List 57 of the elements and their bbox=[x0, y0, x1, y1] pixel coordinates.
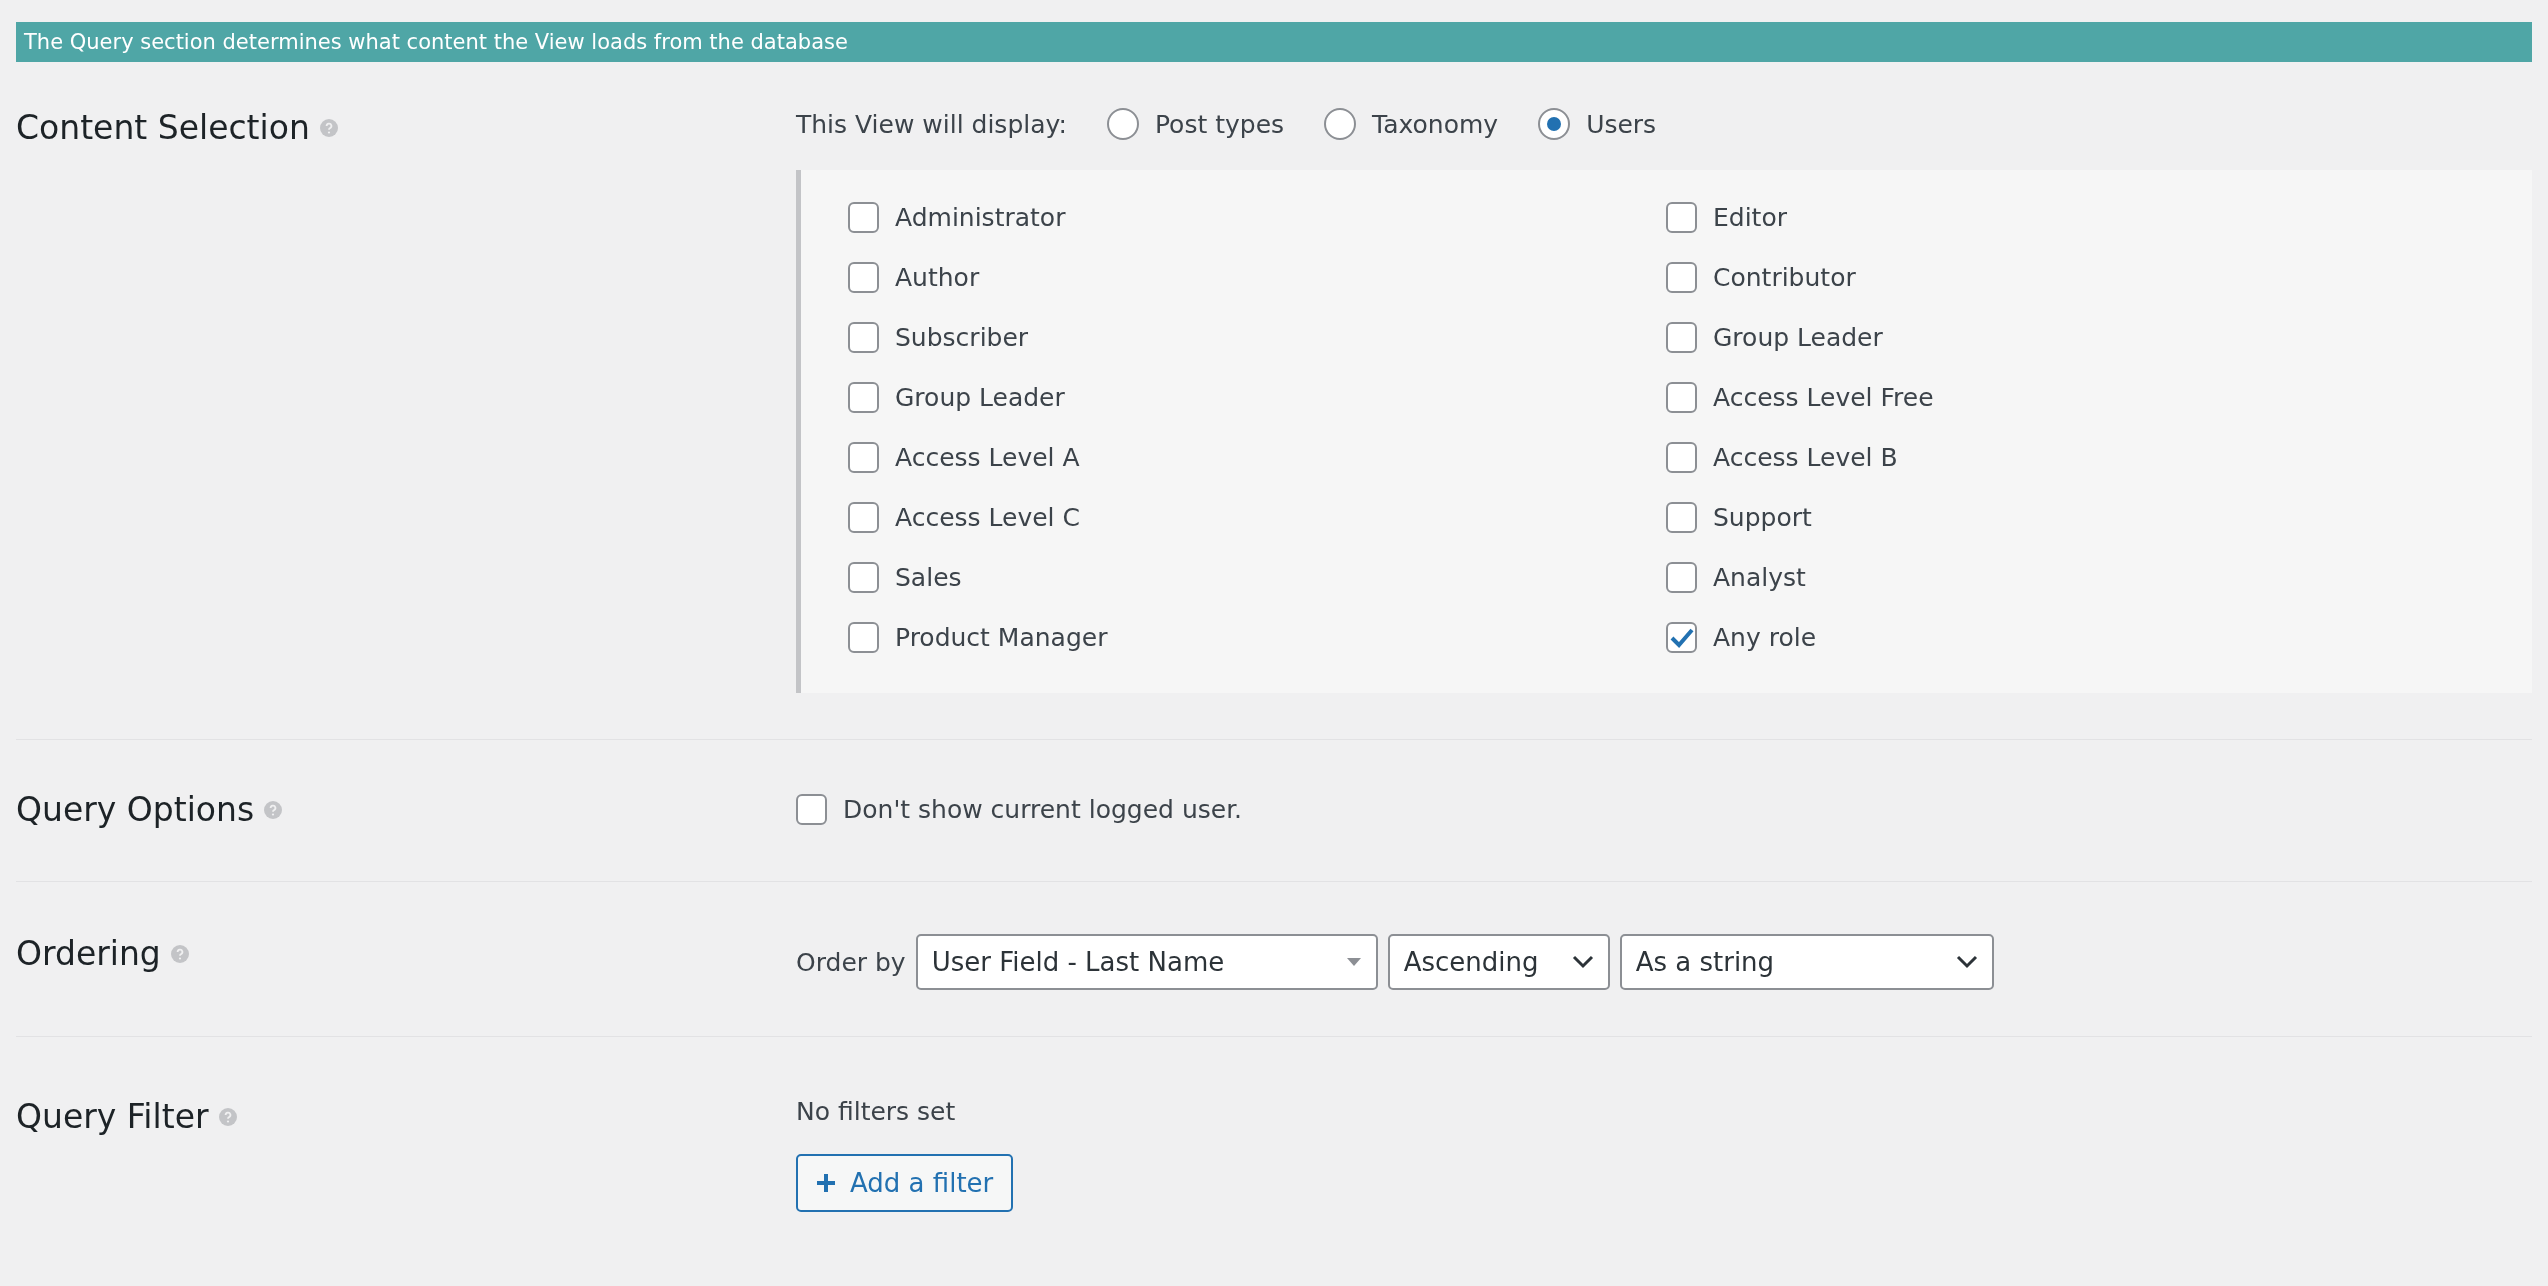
checkbox-label: Group Leader bbox=[1713, 323, 1883, 352]
checkbox-label: Access Level B bbox=[1713, 443, 1898, 472]
checkbox[interactable] bbox=[1666, 262, 1697, 293]
order-by-label: Order by bbox=[796, 947, 906, 977]
radio-label: Users bbox=[1586, 109, 1657, 139]
plus-icon bbox=[816, 1173, 836, 1193]
caret-icon bbox=[1345, 957, 1362, 967]
checkbox[interactable] bbox=[848, 262, 879, 293]
checkbox[interactable] bbox=[848, 322, 879, 353]
checkbox[interactable] bbox=[1666, 382, 1697, 413]
checkbox-label: Support bbox=[1713, 503, 1812, 532]
checkbox[interactable] bbox=[1666, 502, 1697, 533]
checkbox[interactable] bbox=[848, 202, 879, 233]
checkbox-label: Group Leader bbox=[895, 383, 1065, 412]
checkbox-label: Access Level C bbox=[895, 503, 1080, 532]
checkbox[interactable] bbox=[848, 382, 879, 413]
section-title: Query Filter bbox=[16, 1097, 209, 1136]
checkbox-label: Editor bbox=[1713, 203, 1787, 232]
checkmark-icon bbox=[1668, 626, 1695, 649]
checkbox[interactable] bbox=[1666, 622, 1697, 653]
chevron-icon bbox=[1571, 955, 1594, 969]
dropdown[interactable]: Ascending bbox=[1387, 934, 1610, 990]
section-title: Query Options bbox=[16, 790, 255, 829]
radio-button[interactable] bbox=[1538, 108, 1571, 140]
checkbox-label: Access Level A bbox=[895, 443, 1080, 472]
checkbox-label: Author bbox=[895, 263, 980, 292]
display-label: This View will display: bbox=[796, 109, 1067, 139]
checkbox-label: Contributor bbox=[1713, 263, 1856, 292]
checkbox[interactable] bbox=[1666, 442, 1697, 473]
dropdown[interactable]: As a string bbox=[1619, 934, 1994, 990]
filter-status: No filters set bbox=[796, 1097, 957, 1126]
radio-button[interactable] bbox=[1324, 108, 1357, 140]
checkbox[interactable] bbox=[1666, 562, 1697, 593]
checkbox-label: Sales bbox=[895, 563, 962, 592]
add-filter-button[interactable]: Add a filter bbox=[796, 1154, 1014, 1212]
checkbox[interactable] bbox=[1666, 202, 1697, 233]
checkbox[interactable] bbox=[848, 622, 879, 653]
radio-button[interactable] bbox=[1106, 108, 1139, 140]
radio-label: Post types bbox=[1154, 109, 1285, 139]
checkbox[interactable] bbox=[848, 442, 879, 473]
checkbox-label: Access Level Free bbox=[1713, 383, 1934, 412]
checkbox[interactable] bbox=[1666, 322, 1697, 353]
section-title: Ordering bbox=[16, 934, 161, 973]
checkbox-label: Analyst bbox=[1713, 563, 1806, 592]
info-banner: The Query section determines what content the View loads from the database bbox=[16, 22, 2532, 62]
checkbox-label: Product Manager bbox=[895, 623, 1108, 652]
checkbox-label: Any role bbox=[1713, 623, 1817, 652]
dropdown[interactable]: User Field - Last Name bbox=[915, 934, 1378, 990]
chevron-icon bbox=[1955, 955, 1978, 969]
radio-label: Taxonomy bbox=[1372, 109, 1499, 139]
checkbox-label: Don't show current logged user. bbox=[843, 795, 1243, 824]
checkbox[interactable] bbox=[796, 794, 827, 825]
checkbox-label: Subscriber bbox=[895, 323, 1029, 352]
checkbox[interactable] bbox=[848, 502, 879, 533]
section-title: Content Selection bbox=[16, 108, 310, 147]
checkbox[interactable] bbox=[848, 562, 879, 593]
checkbox-label: Administrator bbox=[895, 203, 1066, 232]
